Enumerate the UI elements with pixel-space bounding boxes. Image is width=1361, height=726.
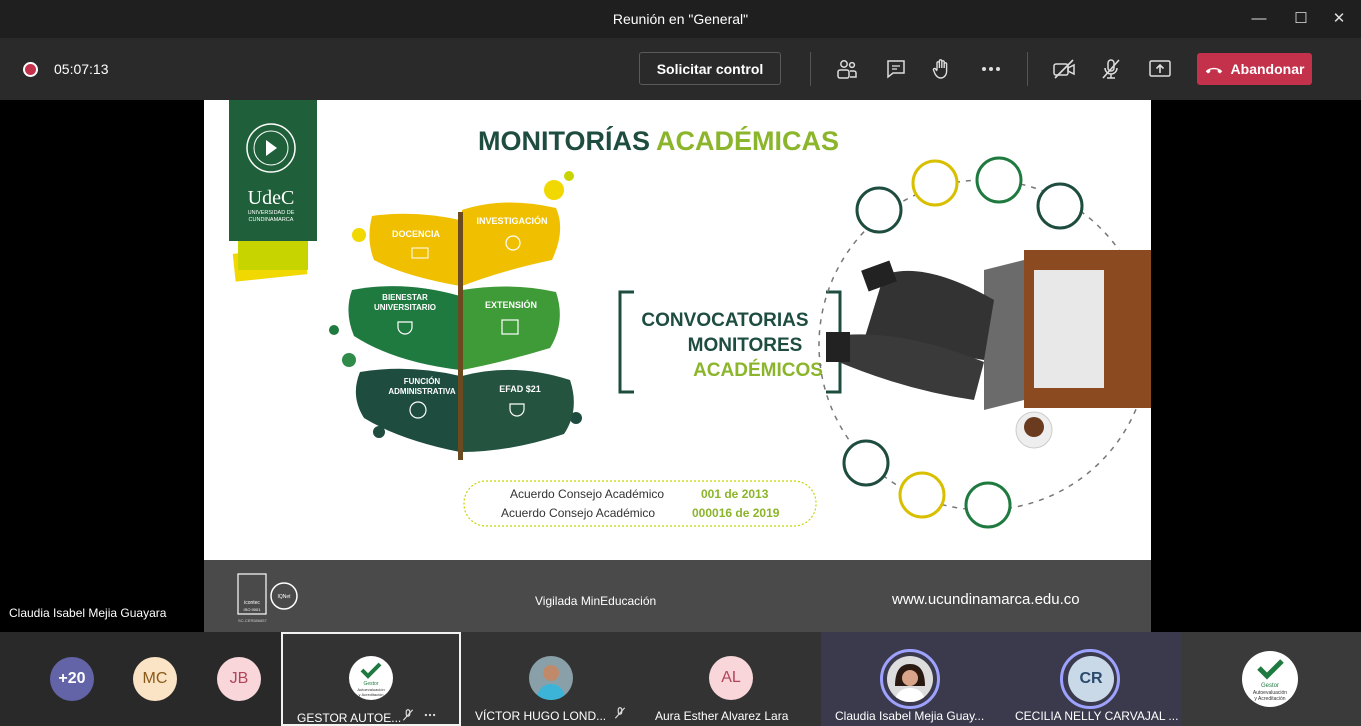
participants-strip: +20 MC JB Gestor Autoevaluación y Acredi…	[0, 632, 1361, 726]
avatar[interactable]: JB	[217, 657, 261, 701]
participant-tile[interactable]: Gestor Autoevaluación y Acreditación	[1181, 632, 1361, 726]
divider	[810, 52, 811, 86]
avatar	[887, 656, 933, 702]
presenter-name: Claudia Isabel Mejia Guayara	[9, 606, 167, 620]
convocatorias-box: CONVOCATORIAS MONITORES ACADÉMICOS	[618, 290, 842, 394]
more-participants-button[interactable]: +20	[50, 657, 94, 701]
divider	[1027, 52, 1028, 86]
agreements-pill: Acuerdo Consejo Académico 001 de 2013 Ac…	[463, 480, 817, 527]
box-line3: ACADÉMICOS	[693, 359, 823, 381]
close-icon[interactable]: ✕	[1327, 8, 1351, 30]
leaf-label: EFAD $21	[499, 384, 541, 394]
book-icon	[842, 439, 890, 487]
shared-slide: UdeC UNIVERSIDAD DE CUNDINAMARCA MONITOR…	[204, 100, 1151, 560]
vigilada-text: Vigilada MinEducación	[535, 594, 656, 608]
participant-name: Aura Esther Alvarez Lara	[655, 709, 789, 723]
meeting-toolbar: 05:07:13 Solicitar control Abandonar	[0, 38, 1361, 100]
shared-content-stage: UdeC UNIVERSIDAD DE CUNDINAMARCA MONITOR…	[0, 100, 1361, 632]
more-options-icon[interactable]	[979, 57, 1003, 81]
participant-tile[interactable]: AL Aura Esther Alvarez Lara	[641, 632, 821, 726]
more-options-icon[interactable]	[421, 708, 439, 722]
logo-text: Gestor	[1261, 683, 1279, 689]
participant-tile[interactable]: CR CECILIA NELLY CARVAJAL ...	[1001, 632, 1181, 726]
avatar: AL	[709, 656, 753, 700]
participant-name: VÍCTOR HUGO LOND...	[475, 709, 607, 723]
avatar: CR	[1068, 656, 1114, 702]
agreement-text: Acuerdo Consejo Académico	[501, 506, 655, 520]
title-bar: Reunión en "General" — ☐ ✕	[0, 0, 1361, 38]
gears-icon	[975, 156, 1023, 204]
participant-tile[interactable]: VÍCTOR HUGO LOND...	[461, 632, 641, 726]
participant-tile[interactable]: Claudia Isabel Mejia Guay...	[821, 632, 1001, 726]
raise-hand-icon[interactable]	[930, 57, 954, 81]
request-control-button[interactable]: Solicitar control	[639, 52, 781, 85]
slide-graphic: UdeC UNIVERSIDAD DE CUNDINAMARCA MONITOR…	[229, 100, 1151, 529]
avatar	[529, 656, 573, 700]
leaf-label: DOCENCIA	[392, 229, 441, 239]
tools-icon	[964, 481, 1012, 529]
student-laptop-illustration	[818, 156, 1151, 529]
cert-label: icontec	[244, 600, 260, 606]
avatar[interactable]: MC	[133, 657, 177, 701]
leaf-label: EXTENSIÓN	[485, 299, 537, 310]
hang-up-icon	[1205, 67, 1222, 74]
atom-icon	[898, 471, 946, 519]
logo-subtext: UNIVERSIDAD DE	[248, 210, 295, 216]
gestor-logo: Gestor Autoevaluación y Acreditación	[349, 656, 393, 700]
leaf-tree: DOCENCIA INVESTIGACIÓN BIENESTAR UNIVERS…	[329, 171, 582, 460]
leaf-label: FUNCIÓN	[404, 377, 441, 386]
minimize-icon[interactable]: —	[1247, 8, 1271, 30]
window-title: Reunión en "General"	[612, 11, 749, 27]
participants-icon[interactable]	[835, 57, 859, 81]
leaf-label: BIENESTAR	[382, 293, 428, 302]
mic-off-icon	[402, 709, 414, 721]
leaf-label: ADMINISTRATIVA	[388, 387, 455, 396]
website-url: www.ucundinamarca.edu.co	[891, 591, 1080, 608]
agreement-number: 000016 de 2019	[692, 506, 780, 520]
lightbulb-icon	[911, 159, 959, 207]
meeting-timer: 05:07:13	[54, 61, 109, 77]
recording-icon	[23, 62, 38, 77]
logo-text: y Acreditación	[359, 692, 384, 697]
chat-icon[interactable]	[884, 57, 908, 81]
footer-graphic: icontec ISO 9001 IQNet SC-CER586857 Vigi…	[237, 573, 1080, 623]
slide-title-part1: MONITORÍAS	[478, 125, 650, 156]
cert-label: IQNet	[277, 594, 291, 600]
participant-name: Claudia Isabel Mejia Guay...	[835, 709, 985, 723]
leave-button[interactable]: Abandonar	[1197, 53, 1312, 85]
brain-icon	[1036, 182, 1084, 230]
flask-icon	[855, 186, 903, 234]
participant-name: GESTOR AUTOE...	[297, 711, 402, 725]
cert-code: SC-CER586857	[238, 618, 267, 623]
leaf-label: UNIVERSITARIO	[374, 303, 436, 312]
logo-text: UdeC	[248, 187, 295, 209]
logo-subtext: CUNDINAMARCA	[249, 217, 294, 223]
share-screen-icon[interactable]	[1148, 57, 1172, 81]
box-line1: CONVOCATORIAS	[641, 310, 808, 331]
mic-off-icon[interactable]	[1099, 57, 1123, 81]
camera-off-icon[interactable]	[1052, 57, 1076, 81]
mic-off-icon	[614, 707, 626, 719]
agreement-number: 001 de 2013	[701, 487, 769, 501]
leave-label: Abandonar	[1230, 61, 1305, 77]
box-line2: MONITORES	[688, 335, 803, 356]
logo-text: y Acreditación	[1254, 696, 1285, 702]
maximize-icon[interactable]: ☐	[1289, 8, 1313, 30]
participant-name: CECILIA NELLY CARVAJAL ...	[1015, 709, 1179, 723]
gestor-logo: Gestor Autoevaluación y Acreditación	[1242, 651, 1298, 707]
udec-logo: UdeC UNIVERSIDAD DE CUNDINAMARCA	[229, 100, 317, 282]
agreement-text: Acuerdo Consejo Académico	[510, 487, 664, 501]
cert-label: ISO 9001	[244, 607, 262, 612]
participant-tile[interactable]: Gestor Autoevaluación y Acreditación GES…	[281, 632, 461, 726]
leaf-label: INVESTIGACIÓN	[476, 215, 547, 226]
slide-footer: icontec ISO 9001 IQNet SC-CER586857 Vigi…	[204, 560, 1151, 632]
slide-title-part2: ACADÉMICAS	[656, 125, 839, 156]
